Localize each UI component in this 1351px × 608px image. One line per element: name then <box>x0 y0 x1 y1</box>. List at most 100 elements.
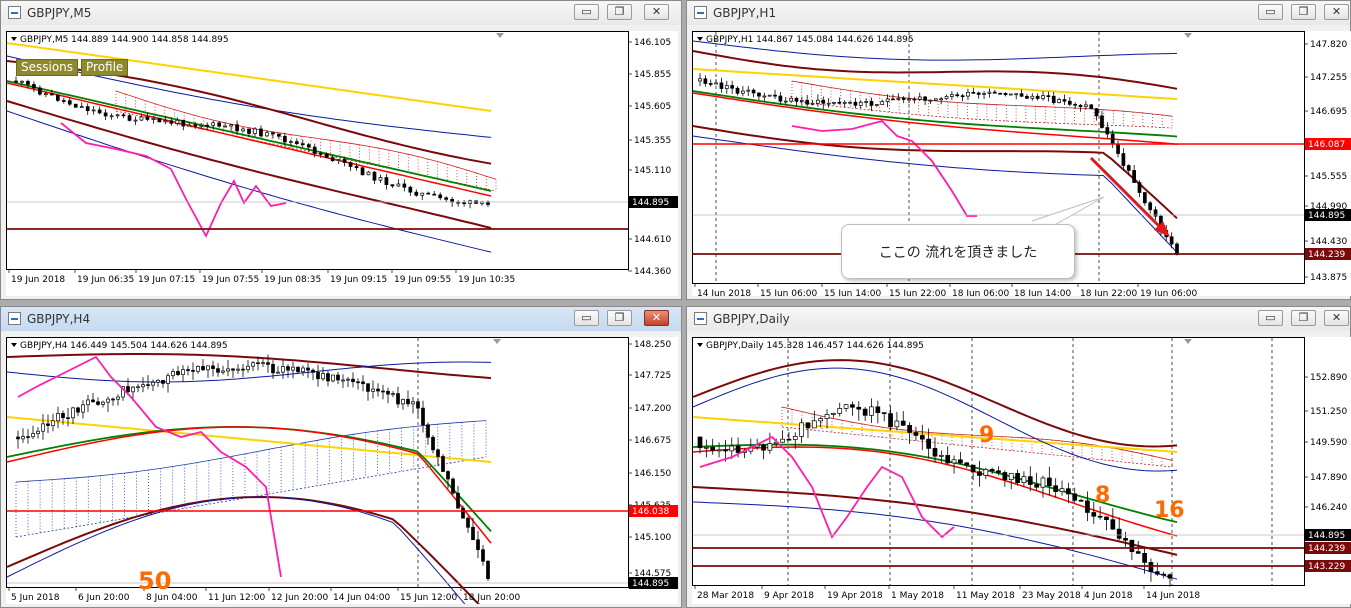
level-label: 146.038 <box>632 507 669 517</box>
close-button[interactable]: ✕ <box>644 310 669 326</box>
price-tick-label: 146.695 <box>1310 107 1347 117</box>
title-bar[interactable]: GBPJPY,M5 ▭ ❐ ✕ <box>1 1 681 25</box>
chart-area[interactable]: 152.890151.250149.590147.890146.240142.9… <box>692 337 1351 604</box>
chart-window-h1[interactable]: GBPJPY,H1 ▭ ❐ ✕ 147.820 147.255 146.695 145… <box>686 0 1351 300</box>
maximize-button[interactable]: ❐ <box>1291 4 1316 20</box>
time-tick-label: 19 Jun 08:35 <box>264 275 321 285</box>
time-tick-label: 14 Jun 04:00 <box>333 593 390 603</box>
close-button[interactable]: ✕ <box>644 4 669 20</box>
price-tick-label: 147.255 <box>1310 73 1347 83</box>
price-tick-label: 146.105 <box>634 38 671 48</box>
level-label: 144.239 <box>1308 544 1345 554</box>
time-tick-label: 28 Mar 2018 <box>697 591 754 601</box>
price-tick-label: 152.890 <box>1310 373 1347 383</box>
window-title: GBPJPY,Daily <box>713 312 790 326</box>
profile-button[interactable]: Profile <box>81 59 129 76</box>
candlestick <box>451 477 455 495</box>
chart-info-line: GBPJPY,H4 146.449 145.504 144.626 144.89… <box>20 341 228 351</box>
time-tick-label: 15 Jun 22:00 <box>889 289 946 296</box>
chart-info-line: GBPJPY,H1 144.867 145.084 144.626 144.89… <box>706 35 914 45</box>
minimize-button[interactable]: ▭ <box>1258 4 1283 20</box>
chart-window-m5[interactable]: GBPJPY,M5 ▭ ❐ ✕ 146.105 145.855 145.605 145… <box>0 0 682 300</box>
minimize-button[interactable]: ▭ <box>1258 310 1283 326</box>
level-label: 144.239 <box>1308 250 1345 260</box>
time-tick-label: 1 May 2018 <box>891 591 944 601</box>
candlestick <box>998 92 1002 95</box>
price-tick-label: 145.855 <box>634 70 671 80</box>
time-tick-label: 14 Jun 2018 <box>1146 591 1200 601</box>
close-button[interactable]: ✕ <box>1324 4 1349 20</box>
time-tick-label: 19 Jun 2018 <box>11 275 65 285</box>
price-tick-label: 147.200 <box>634 404 671 414</box>
time-tick-label: 14 Jun 2018 <box>697 289 751 296</box>
time-tick-label: 23 May 2018 <box>1022 591 1081 601</box>
time-tick-label: 19 Jun 09:55 <box>394 275 451 285</box>
time-tick-label: 9 Apr 2018 <box>764 591 814 601</box>
callout-text: ここの 流れを頂きました <box>878 244 1038 261</box>
minimize-button[interactable]: ▭ <box>574 4 599 20</box>
annotation-50: 50 <box>138 567 171 595</box>
price-tick-label: 151.250 <box>1310 407 1347 417</box>
time-tick-label: 15 Jun 12:00 <box>400 593 457 603</box>
window-title: GBPJPY,H1 <box>713 6 777 20</box>
current-price-label: 144.895 <box>632 579 669 589</box>
time-tick-label: 19 Jun 06:35 <box>77 275 134 285</box>
price-tick-label: 143.875 <box>1310 273 1347 283</box>
maximize-button[interactable]: ❐ <box>1291 310 1316 326</box>
price-tick-label: 146.240 <box>1310 503 1347 513</box>
time-tick-label: 5 Jun 2018 <box>11 593 60 603</box>
current-price-label: 144.895 <box>632 198 669 208</box>
price-tick-label: 144.360 <box>634 267 671 277</box>
price-tick-label: 146.675 <box>634 436 671 446</box>
title-bar[interactable]: GBPJPY,Daily ▭ ❐ ✕ <box>687 307 1350 331</box>
chart-icon <box>694 312 707 325</box>
price-tick-label: 147.820 <box>1310 40 1347 50</box>
time-tick-label: 19 Apr 2018 <box>827 591 883 601</box>
price-tick-label: 144.610 <box>634 235 671 245</box>
time-tick-label: 18 Jun 06:00 <box>952 289 1009 296</box>
chart-icon <box>694 6 707 19</box>
price-tick-label: 145.605 <box>634 102 671 112</box>
window-title: GBPJPY,M5 <box>27 6 92 20</box>
maximize-button[interactable]: ❐ <box>607 310 632 326</box>
minimize-button[interactable]: ▭ <box>574 310 599 326</box>
price-tick-label: 149.590 <box>1310 438 1347 448</box>
title-bar[interactable]: GBPJPY,H4 ▭ ❐ ✕ <box>1 307 681 331</box>
time-tick-label: 18 Jun 22:00 <box>1080 289 1137 296</box>
price-tick-label: 144.430 <box>1310 237 1347 247</box>
title-bar[interactable]: GBPJPY,H1 ▭ ❐ ✕ <box>687 1 1350 25</box>
candlestick <box>1089 103 1094 109</box>
chart-window-h4[interactable]: GBPJPY,H4 ▭ ❐ ✕ 148.250 147.725 147.200 146… <box>0 306 682 608</box>
chart-window-daily[interactable]: GBPJPY,Daily ▭ ❐ ✕ 152.890 151.250 149.590… <box>686 306 1351 608</box>
price-tick-label: 145.355 <box>634 136 671 146</box>
callout-bubble: ここの 流れを頂きました <box>841 224 1075 279</box>
chart-info-line: GBPJPY,M5 144.889 144.900 144.858 144.89… <box>20 35 229 45</box>
time-tick-label: 19 Jun 09:15 <box>330 275 387 285</box>
candlestick <box>73 103 78 108</box>
annotation-8: 8 <box>1095 483 1110 508</box>
time-tick-label: 18 Jun 20:00 <box>463 593 520 603</box>
price-chart-svg: 152.890151.250149.590147.890146.240142.9… <box>692 337 1351 601</box>
time-tick-label: 11 May 2018 <box>956 591 1015 601</box>
time-tick-label: 11 Jun 12:00 <box>208 593 265 603</box>
current-price-label: 144.895 <box>1308 531 1345 541</box>
candlestick <box>157 117 162 123</box>
time-tick-label: 15 Jun 06:00 <box>760 289 817 296</box>
chart-area[interactable]: 148.250147.725147.200146.675146.150145.6… <box>6 337 678 604</box>
candlestick <box>360 166 365 176</box>
sessions-button[interactable]: Sessions <box>16 59 79 76</box>
time-tick-label: 19 Jun 07:15 <box>138 275 195 285</box>
price-chart-svg: 148.250147.725147.200146.675146.150145.6… <box>6 337 678 604</box>
price-tick-label: 145.100 <box>634 533 671 543</box>
candlestick <box>1009 93 1013 96</box>
chart-info-line: GBPJPY,Daily 145.328 146.457 144.626 144… <box>706 341 924 351</box>
price-tick-label: 148.250 <box>634 340 671 350</box>
time-tick-label: 18 Jun 14:00 <box>1014 289 1071 296</box>
close-button[interactable]: ✕ <box>1324 310 1349 326</box>
candlestick <box>486 560 490 582</box>
maximize-button[interactable]: ❐ <box>607 4 632 20</box>
time-tick-label: 4 Jun 2018 <box>1084 591 1133 601</box>
time-tick-label: 19 Jun 07:55 <box>202 275 259 285</box>
chart-icon <box>8 6 21 19</box>
window-title: GBPJPY,H4 <box>27 312 91 326</box>
